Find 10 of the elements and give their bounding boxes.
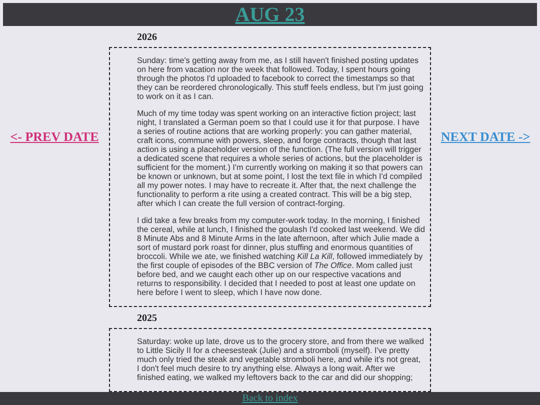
- entry-paragraph: Sunday: time's getting away from me, as I still haven't finished posting updates on here from vacation nor the week that followed. Today, I spent hours going through the photos I'd uploaded to facebook to correct the timestamps so that they can be reordered chronologically. This stuff feels endless, but I'm just going to work on it as I can.: [137, 56, 424, 101]
- entry-paragraph: Saturday: woke up late, drove us to the grocery store, and from there we walked to Little Sicily II for a cheesesteak (Julie) and a stromboli (myself). I've pretty much only tried the steak and vegetable stromboli here, and while it's not great, I don't feel much desire to try anything else. Always a long wait. After we finished eating, we walked my leftovers back to the car and did our shopping;: [137, 337, 425, 382]
- year-heading: 2025: [137, 314, 157, 324]
- year-heading: 2026: [137, 33, 157, 43]
- prev-date-link[interactable]: <- PREV DATE: [10, 130, 99, 392]
- entry-paragraph: Much of my time today was spent working on an interactive fiction project; last night, I translated a German poem so that I could use it for that purpose. I have a series of routine actions that are working properly: you can gather material, craft icons, commune with powers, sleep, and forge contracts, though that last action is using a placeholder version of the function. (The full version will trigger a dedicated scene that requires a whole series of actions, but the placeholder is sufficient for the moment.) I'm currently working on making it so that powers can be known or unknown, but at some point, I lost the text file in which I'd compiled all my power notes. I may have to recreate it. After that, the next challenge the functionality to perform a rite using a created contract. This will be a big step, after which I can create the full version of contract-forging.: [137, 109, 424, 208]
- next-date-link[interactable]: NEXT DATE ->: [440, 130, 530, 392]
- date-title-link[interactable]: AUG 23: [235, 4, 305, 24]
- entry-paragraph: I did take a few breaks from my computer-work today. In the morning, I finished the cereal, while at lunch, I finished the goulash I'd cooked last weekend. We did 8 Minute Abs and 8 Minute Arms in the late afternoon, after which Julie made a sort of mustard pork roast for dinner, plus stuffing and enormous quantities of broccoli. While we ate, we finished watching Kill La Kill, followed immediately by the first couple of episodes of the BBC version of The Office. Mom called just before bed, and we caught each other up on our respective vacations and returns to responsibility. I decided that I needed to post at least one update on here before I went to sleep, which I have now done.: [137, 216, 425, 297]
- back-to-index-link[interactable]: Back to index: [242, 394, 298, 404]
